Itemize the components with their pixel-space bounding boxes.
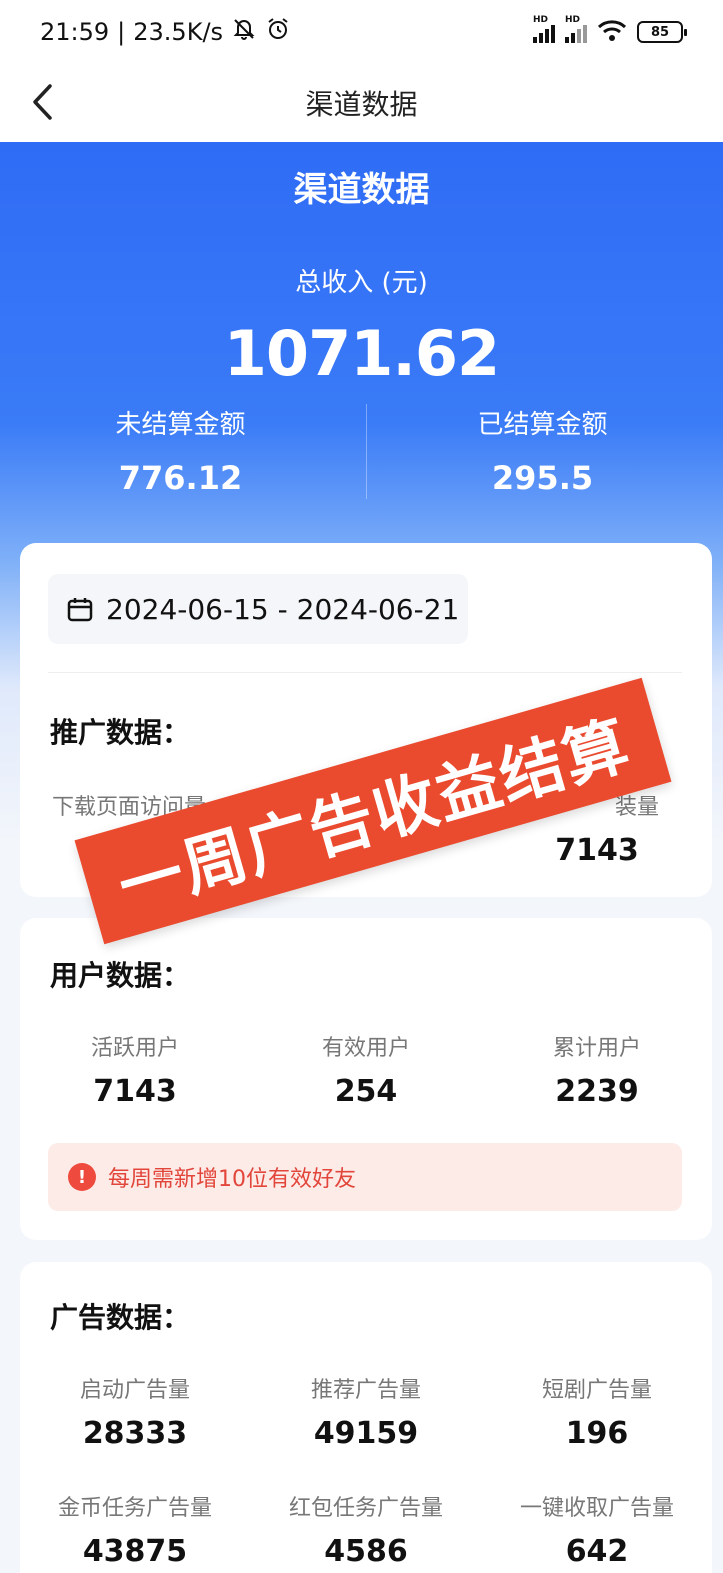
page-title: 渠道数据 <box>305 88 418 121</box>
notice-text: 每周需新增10位有效好友 <box>108 1167 356 1192</box>
stat-label: 金币任务广告量 <box>57 1496 212 1521</box>
status-time: 21:59 <box>40 18 110 46</box>
unsettled-amount: 未结算金额 776.12 <box>0 404 361 497</box>
stat-valid-users: 有效用户 254 <box>251 1030 481 1109</box>
ads-section-title: 广告数据： <box>50 1301 191 1334</box>
network-speed: 23.5K/s <box>133 18 224 46</box>
promo-section-title: 推广数据： <box>50 716 191 749</box>
stat-recommend-ads: 推荐广告量 49159 <box>251 1372 481 1451</box>
nav-bar: 渠道数据 <box>0 64 723 142</box>
battery-level: 85 <box>650 24 670 40</box>
stat-value: 7143 <box>555 833 639 868</box>
stat-label: 有效用户 <box>321 1036 410 1061</box>
status-separator: | <box>117 18 126 46</box>
stat-label: 累计用户 <box>552 1036 641 1061</box>
signal-label-2: HD <box>565 15 581 25</box>
stat-value: 2239 <box>555 1074 639 1109</box>
signal-label: HD <box>533 15 549 25</box>
settled-label: 已结算金额 <box>477 410 608 440</box>
hero-title: 渠道数据 <box>293 170 430 210</box>
total-income-value: 1071.62 <box>223 317 500 390</box>
stat-label: 一键收取广告量 <box>519 1496 674 1521</box>
users-section-title: 用户数据： <box>50 959 191 992</box>
user-data-card: 用户数据： 活跃用户 7143 有效用户 254 累计用户 2239 ! 每周需… <box>20 918 712 1240</box>
alarm-icon <box>265 16 291 48</box>
stat-label: 短剧广告量 <box>541 1378 652 1403</box>
stat-one-click-ads: 一键收取广告量 642 <box>482 1490 712 1569</box>
unsettled-value: 776.12 <box>118 459 243 497</box>
signal-icon-2: HD <box>565 15 587 43</box>
wifi-icon <box>597 18 627 46</box>
stat-label: 启动广告量 <box>79 1378 190 1403</box>
unsettled-label: 未结算金额 <box>115 410 246 440</box>
stat-label: 活跃用户 <box>90 1036 179 1061</box>
stat-active-users: 活跃用户 7143 <box>20 1030 250 1109</box>
stat-value: 642 <box>565 1534 629 1569</box>
back-button[interactable] <box>22 80 62 124</box>
battery-icon: 85 <box>637 21 687 43</box>
date-range-picker[interactable]: 2024-06-15 - 2024-06-21 <box>48 574 468 644</box>
stat-value: 7143 <box>93 1074 177 1109</box>
settled-value: 295.5 <box>491 459 594 497</box>
stat-value: 4586 <box>324 1534 408 1569</box>
stat-value: 254 <box>334 1074 398 1109</box>
stat-red-packet-ads: 红包任务广告量 4586 <box>251 1490 481 1569</box>
stat-short-drama-ads: 短剧广告量 196 <box>482 1372 712 1451</box>
stat-launch-ads: 启动广告量 28333 <box>20 1372 250 1451</box>
date-range-text: 2024-06-15 - 2024-06-21 <box>106 592 460 626</box>
status-bar: 21:59 | 23.5K/s HD HD 85 <box>0 0 723 64</box>
back-arrow-icon <box>33 84 52 120</box>
mute-icon <box>231 16 257 48</box>
ad-data-card: 广告数据： 启动广告量 28333 推荐广告量 49159 短剧广告量 196 … <box>20 1262 712 1573</box>
stat-label: 推荐广告量 <box>310 1378 421 1403</box>
signal-icon: HD <box>533 15 555 43</box>
calendar-icon <box>67 598 93 622</box>
stat-value: 49159 <box>313 1416 419 1451</box>
settled-amount: 已结算金额 295.5 <box>362 404 723 497</box>
weekly-requirement-notice: ! 每周需新增10位有效好友 <box>48 1143 682 1211</box>
divider <box>48 672 682 673</box>
stat-value: 28333 <box>82 1416 188 1451</box>
warning-icon: ! <box>68 1163 96 1191</box>
total-income-label: 总收入 (元) <box>295 268 428 298</box>
stat-value: 196 <box>565 1416 629 1451</box>
stat-value: 43875 <box>82 1534 188 1569</box>
stat-coin-task-ads: 金币任务广告量 43875 <box>20 1490 250 1569</box>
stat-total-users: 累计用户 2239 <box>482 1030 712 1109</box>
stat-label: 红包任务广告量 <box>288 1496 443 1521</box>
